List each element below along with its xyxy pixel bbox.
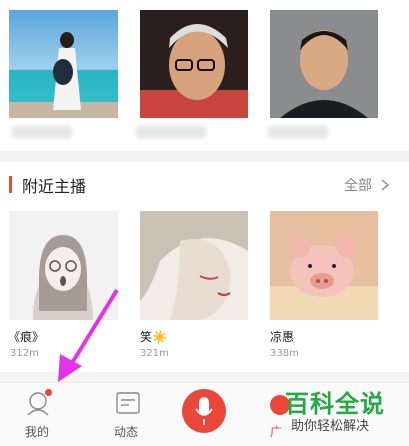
watermark-subtitle: 助你轻松解决	[291, 419, 370, 434]
anchor-photo-2[interactable]	[140, 10, 248, 118]
nearby-anchor-distance-3: 338m	[270, 348, 299, 359]
tab-label-mine[interactable]: 我的	[25, 423, 49, 440]
anchor-photo-1[interactable]	[9, 10, 118, 118]
anchor-name-blurred-2	[136, 126, 206, 138]
tab-label-feed[interactable]: 动态	[114, 423, 138, 440]
chevron-right-icon[interactable]	[378, 178, 392, 192]
section-title: 附近主播	[22, 177, 87, 196]
nearby-anchor-distance-1: 312m	[10, 348, 39, 359]
annotation-arrow-icon	[58, 288, 119, 382]
section-divider	[0, 151, 409, 162]
nearby-anchor-name-2: 笑☀️	[140, 330, 167, 344]
nearby-anchor-distance-2: 321m	[140, 348, 169, 359]
nearby-anchor-photo-2[interactable]	[140, 211, 248, 320]
anchor-name-blurred-3	[268, 126, 328, 138]
nearby-anchor-photo-3[interactable]	[270, 211, 378, 320]
nearby-anchor-name-1: 《痕》	[8, 330, 45, 344]
notification-dot	[45, 389, 52, 396]
microphone-icon	[195, 397, 213, 425]
nearby-anchor-name-3: 凉惠	[270, 330, 295, 344]
tab-label-broadcast[interactable]: 广	[270, 423, 282, 440]
section-accent-bar	[9, 176, 12, 193]
see-all-link[interactable]: 全部	[344, 175, 372, 195]
anchor-name-blurred-1	[12, 126, 72, 138]
feed-icon[interactable]	[115, 391, 141, 415]
anchor-photo-3[interactable]	[270, 10, 378, 118]
watermark-title: 百科全说	[285, 390, 385, 418]
